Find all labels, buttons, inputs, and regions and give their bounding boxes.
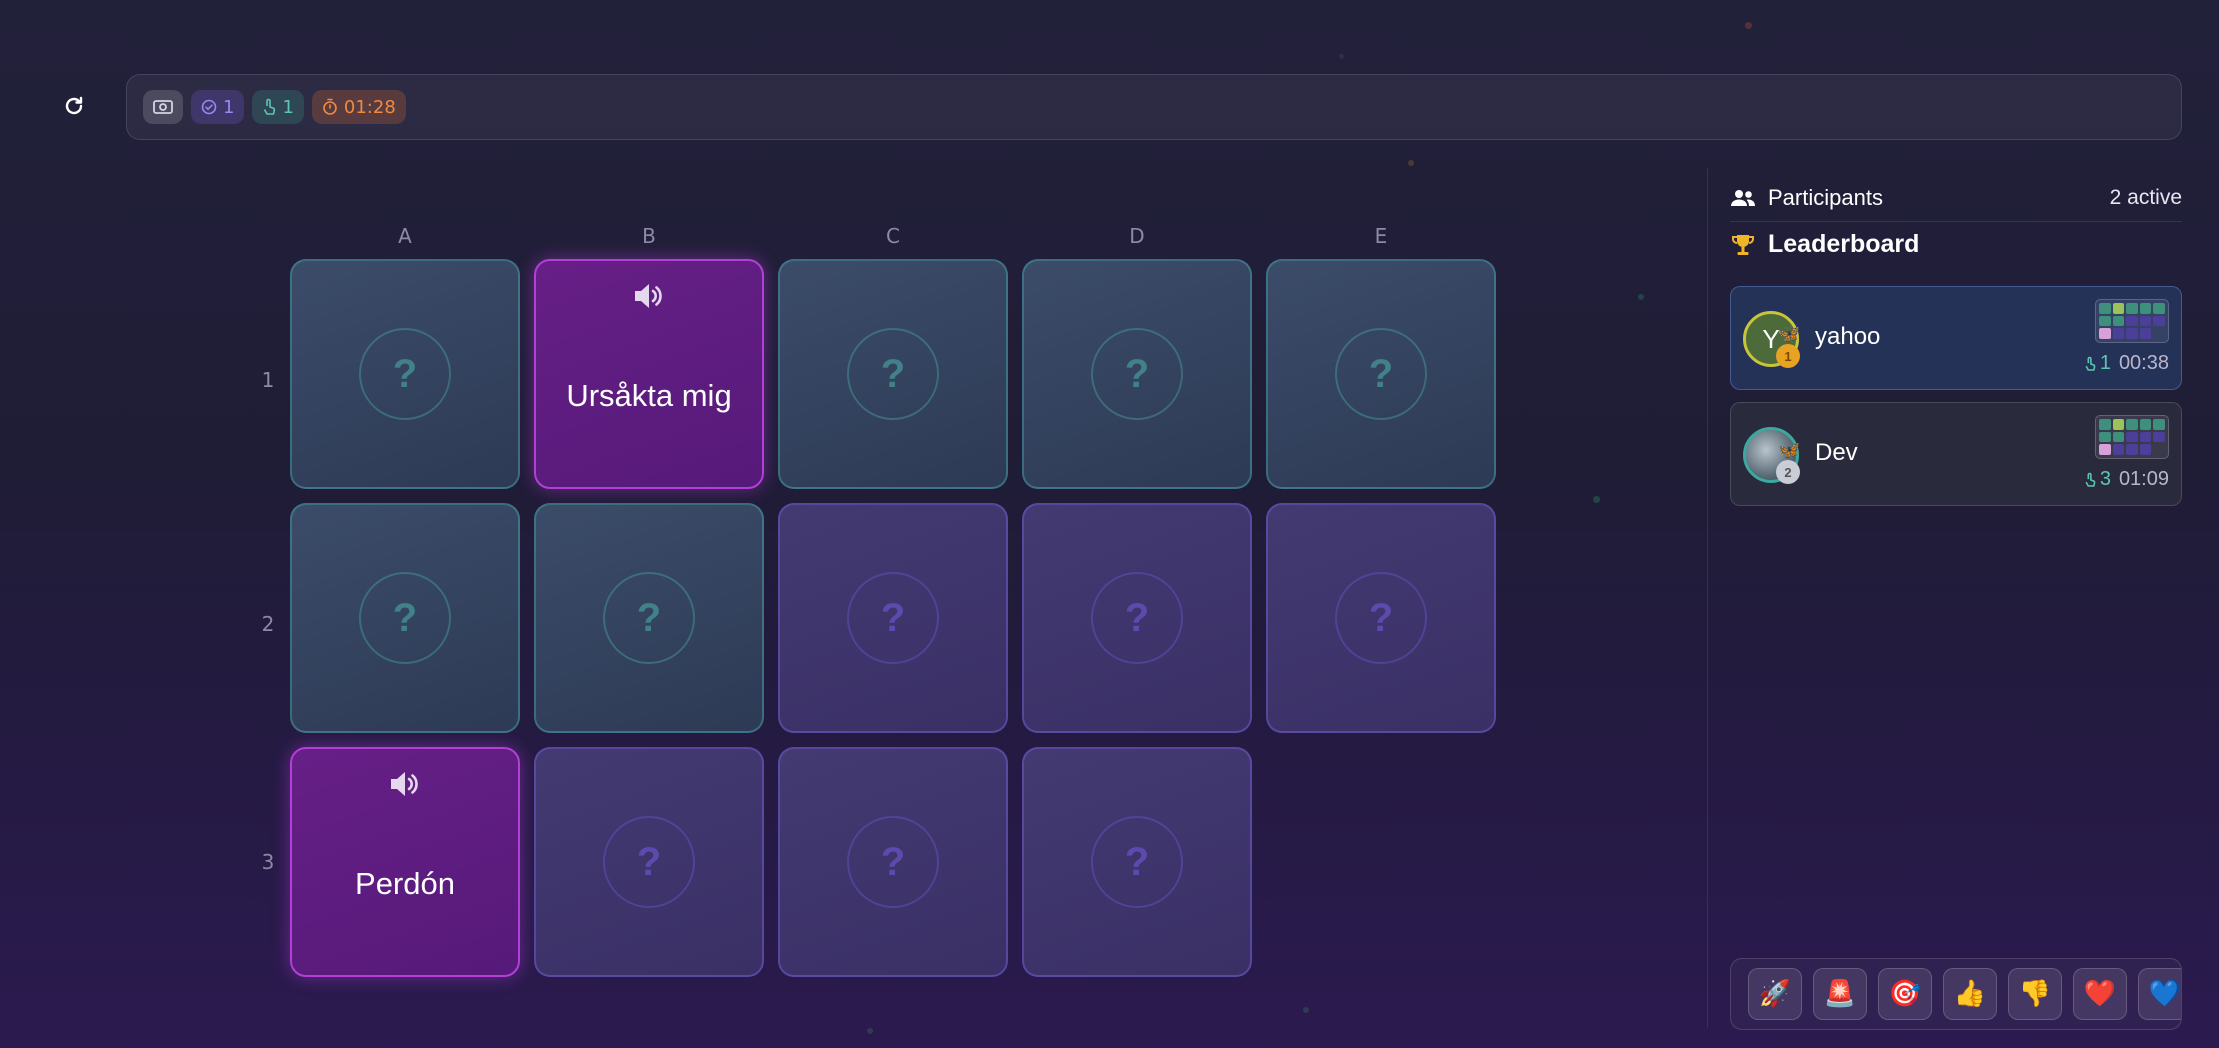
card-d1[interactable]: ? (1022, 259, 1252, 489)
question-mark-icon: ? (847, 328, 939, 420)
target-reaction-button[interactable]: 🎯 (1878, 968, 1932, 1020)
thumbs-up-reaction-button[interactable]: 👍 (1943, 968, 1997, 1020)
attempts-stat: 3 (2084, 468, 2111, 491)
background-dot (1638, 294, 1644, 300)
background-dot (1303, 1007, 1309, 1013)
question-mark-icon: ? (1091, 816, 1183, 908)
gold-medal-icon: 1 (1776, 344, 1800, 368)
background-dot (1745, 22, 1752, 29)
reaction-bar: 🚀 🚨 🎯 👍 👎 ❤️ 💙 (1730, 958, 2182, 1030)
camera-icon (153, 100, 173, 114)
column-label-c: C (886, 224, 900, 248)
card-d2[interactable]: ? (1022, 503, 1252, 733)
card-word: Perdón (355, 866, 455, 901)
blue-heart-reaction-button[interactable]: 💙 (2138, 968, 2181, 1020)
card-b3[interactable]: ? (534, 747, 764, 977)
speaker-icon[interactable] (632, 281, 666, 311)
leaderboard-title: Leaderboard (1768, 230, 1920, 258)
tap-icon (2085, 356, 2096, 371)
question-mark-icon: ? (603, 572, 695, 664)
correct-count-badge: 1 (191, 90, 245, 124)
red-heart-reaction-button[interactable]: ❤️ (2073, 968, 2127, 1020)
card-word: Ursåkta mig (566, 378, 732, 413)
correct-count: 1 (223, 96, 235, 118)
butterfly-icon: 🦋 (1777, 440, 1800, 460)
question-mark-icon: ? (359, 328, 451, 420)
card-c1[interactable]: ? (778, 259, 1008, 489)
attempts-stat: 1 (2084, 352, 2111, 375)
thumbs-down-reaction-button[interactable]: 👎 (2008, 968, 2062, 1020)
avatar: 🦋 2 (1743, 427, 1800, 484)
card-e1[interactable]: ? (1266, 259, 1496, 489)
progress-minigrid (2095, 299, 2169, 343)
leaderboard-entry[interactable]: Y 🦋 1 yahoo 1 00:38 (1730, 286, 2182, 390)
butterfly-icon: 🦋 (1777, 324, 1800, 344)
row-label-3: 3 (261, 850, 275, 874)
card-a2[interactable]: ? (290, 503, 520, 733)
column-label-b: B (642, 224, 656, 248)
card-d3[interactable]: ? (1022, 747, 1252, 977)
avatar: Y 🦋 1 (1743, 311, 1800, 368)
attempts-count: 1 (282, 96, 294, 118)
trophy-icon (1732, 234, 1754, 255)
column-label-d: D (1129, 224, 1145, 248)
card-a3[interactable]: Perdón (290, 747, 520, 977)
active-count: 2 active (2109, 185, 2182, 209)
card-c3[interactable]: ? (778, 747, 1008, 977)
question-mark-icon: ? (847, 816, 939, 908)
attempts-value: 1 (2099, 352, 2111, 374)
refresh-button[interactable] (56, 88, 92, 124)
player-stats: 3 01:09 (2084, 468, 2169, 491)
player-name: Dev (1815, 439, 1858, 466)
background-dot (1593, 496, 1600, 503)
rocket-reaction-button[interactable]: 🚀 (1748, 968, 1802, 1020)
time-value: 01:09 (2118, 468, 2169, 490)
row-label-1: 1 (261, 368, 275, 392)
participants-header[interactable]: Participants 2 active (1730, 174, 2182, 222)
people-icon (1731, 189, 1755, 206)
background-dot (1339, 54, 1344, 59)
column-label-a: A (398, 224, 412, 248)
leaderboard-header: Leaderboard (1730, 230, 1919, 259)
question-mark-icon: ? (1091, 328, 1183, 420)
question-mark-icon: ? (847, 572, 939, 664)
card-a1[interactable]: ? (290, 259, 520, 489)
attempts-value: 3 (2099, 468, 2111, 490)
row-label-2: 2 (261, 612, 275, 636)
timer-value: 01:28 (343, 96, 396, 118)
background-dot (1408, 160, 1414, 166)
attempts-count-badge: 1 (252, 90, 304, 124)
question-mark-icon: ? (603, 816, 695, 908)
card-e2[interactable]: ? (1266, 503, 1496, 733)
column-label-e: E (1374, 224, 1388, 248)
progress-minigrid (2095, 415, 2169, 459)
stopwatch-icon (323, 98, 337, 115)
question-mark-icon: ? (359, 572, 451, 664)
check-circle-icon (201, 99, 217, 115)
question-mark-icon: ? (1335, 328, 1427, 420)
question-mark-icon: ? (1335, 572, 1427, 664)
card-b1[interactable]: Ursåkta mig (534, 259, 764, 489)
siren-reaction-button[interactable]: 🚨 (1813, 968, 1867, 1020)
camera-button[interactable] (143, 90, 183, 124)
timer-badge: 01:28 (311, 90, 406, 124)
game-toolbar: 1 1 01:28 (126, 74, 2182, 140)
card-c2[interactable]: ? (778, 503, 1008, 733)
time-value: 00:38 (2118, 352, 2169, 374)
card-b2[interactable]: ? (534, 503, 764, 733)
tap-icon (264, 98, 276, 115)
refresh-icon (65, 96, 83, 115)
question-mark-icon: ? (1091, 572, 1183, 664)
panel-divider (1707, 168, 1708, 1028)
player-name: yahoo (1815, 323, 1881, 350)
leaderboard-entry[interactable]: 🦋 2 Dev 3 01:09 (1730, 402, 2182, 506)
participants-title: Participants (1768, 184, 1883, 210)
silver-medal-icon: 2 (1776, 460, 1800, 484)
background-dot (867, 1028, 873, 1034)
player-stats: 1 00:38 (2084, 352, 2169, 375)
speaker-icon[interactable] (388, 769, 422, 799)
tap-icon (2085, 472, 2096, 487)
